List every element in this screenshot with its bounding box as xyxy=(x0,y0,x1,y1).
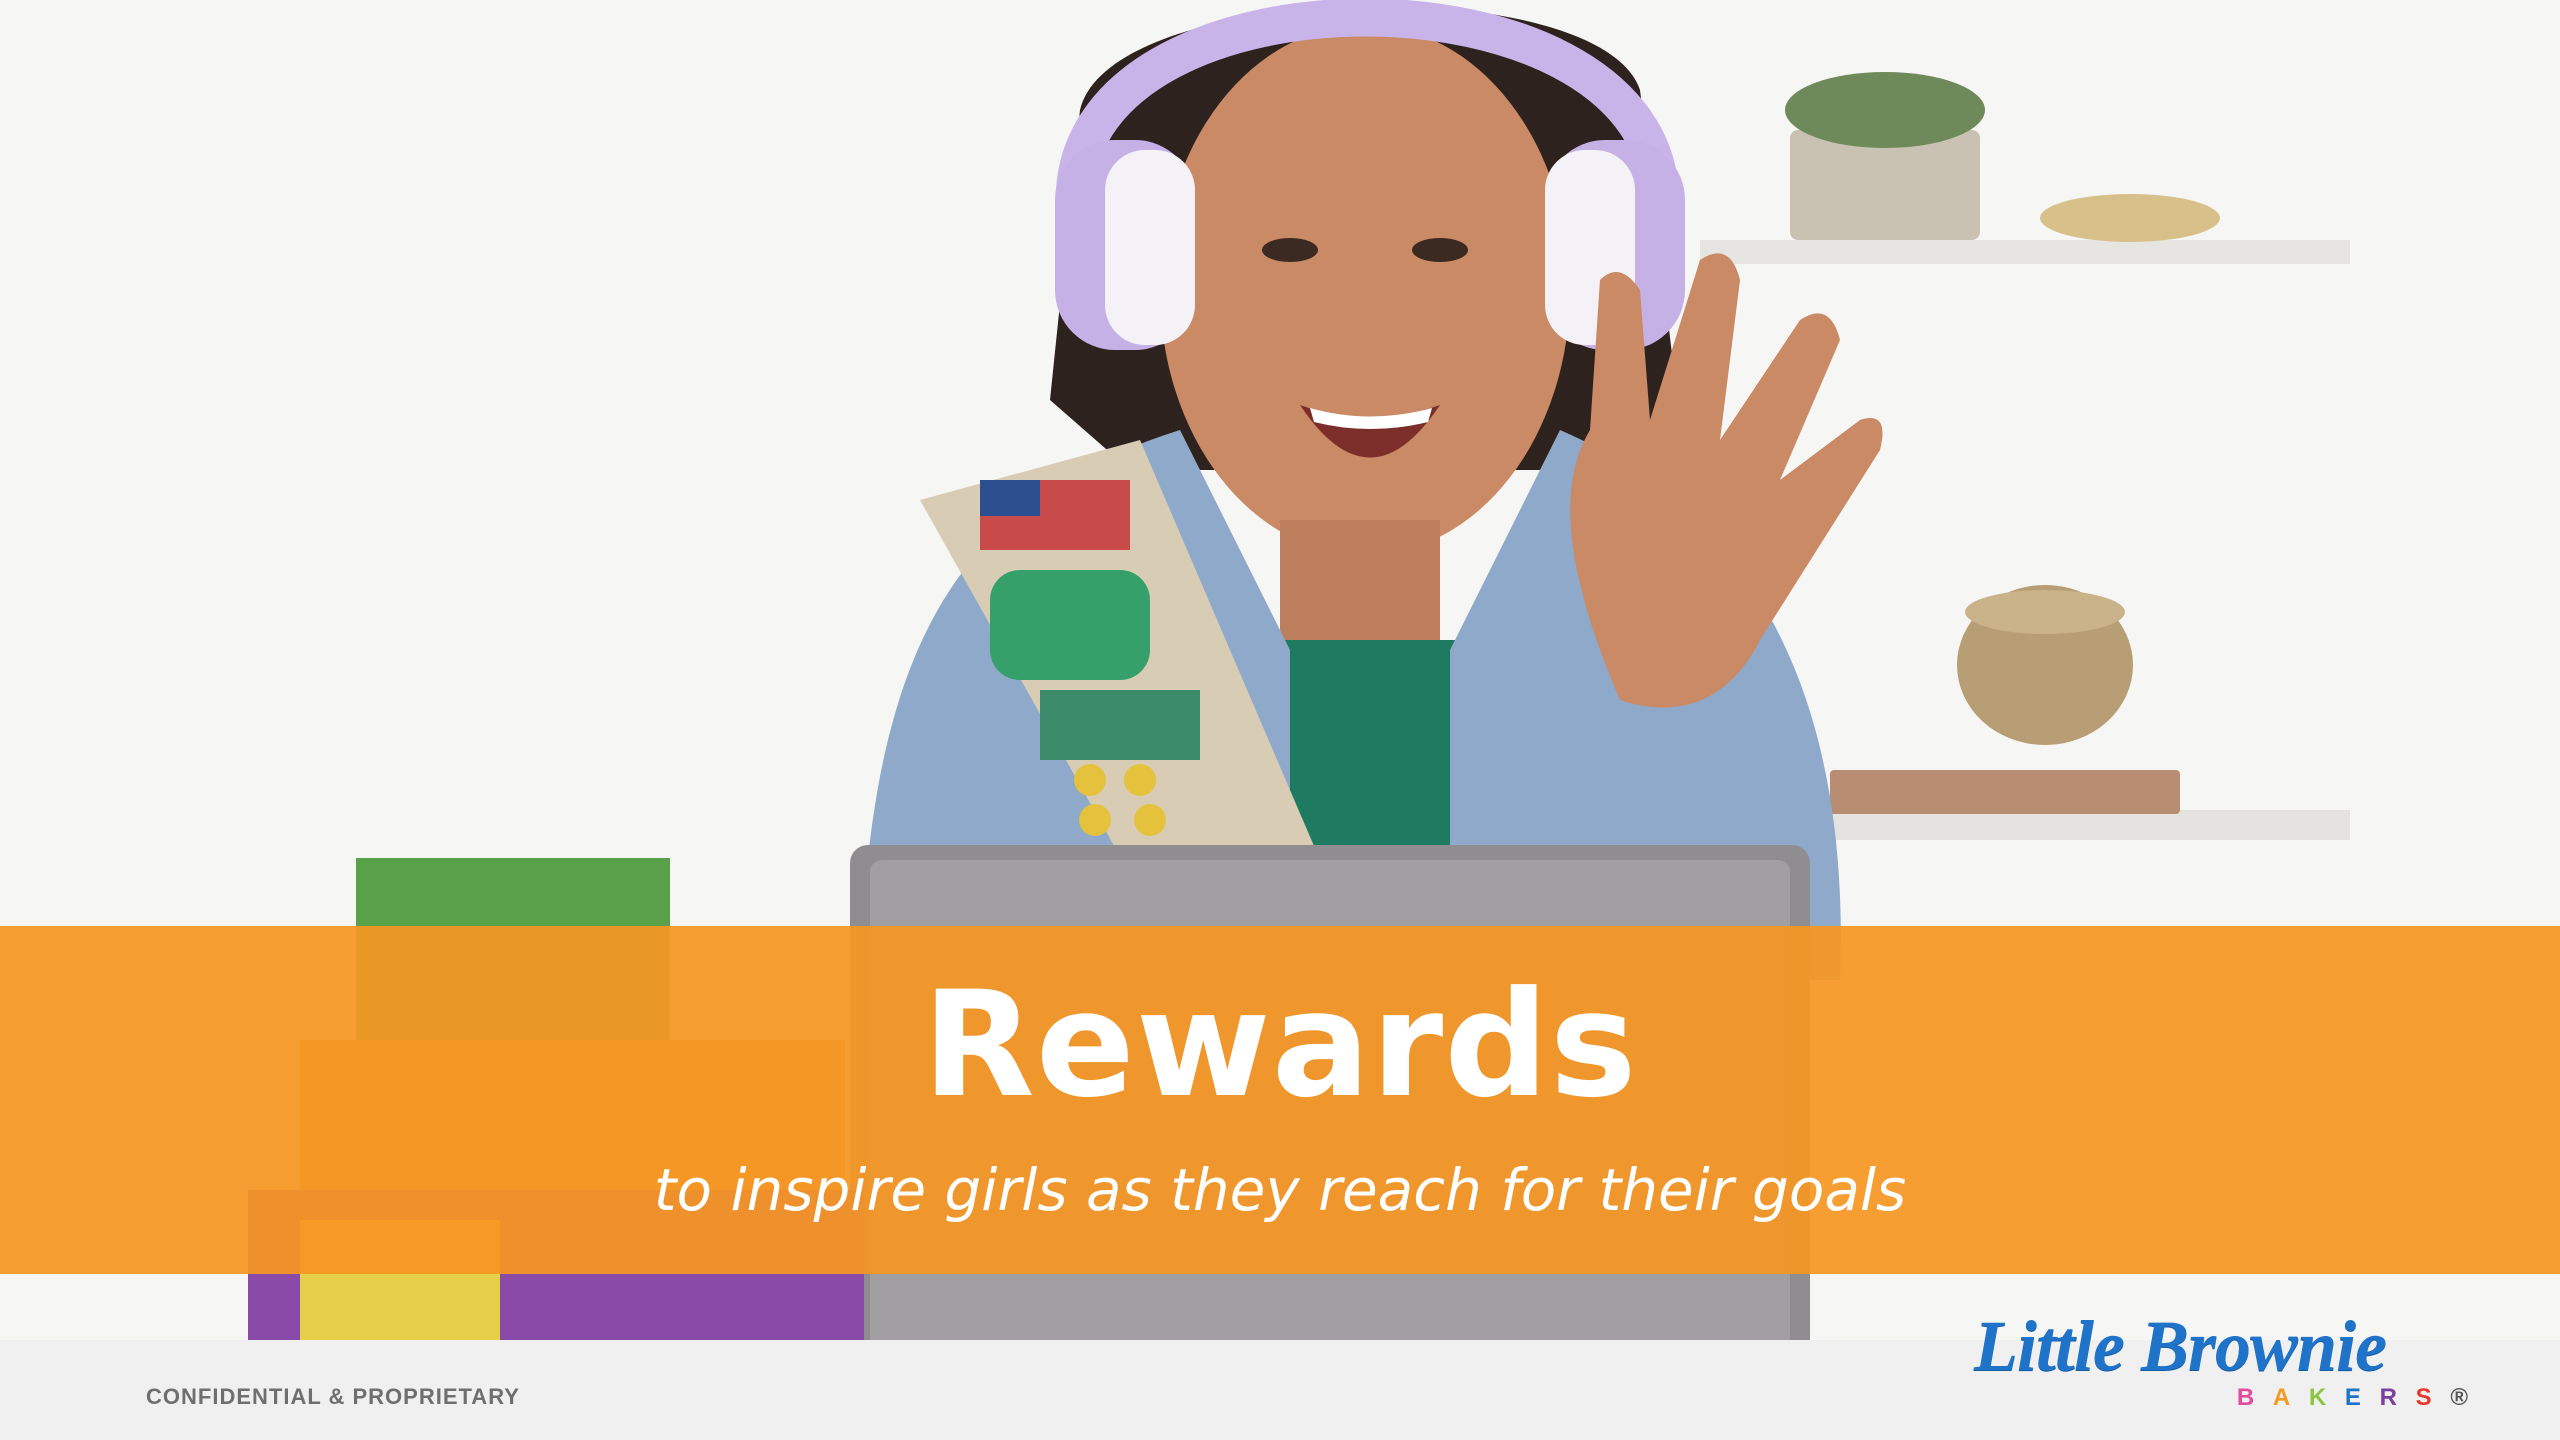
logo-wordmark: Little Brownie xyxy=(1974,1306,2387,1386)
plant-icon xyxy=(1785,72,1985,240)
logo-sub-letter: S xyxy=(2415,1384,2438,1411)
ornament-icon xyxy=(2040,194,2220,242)
logo-sub-letter: R xyxy=(2379,1384,2403,1411)
page-subtitle: to inspire girls as they reach for their… xyxy=(653,1156,1907,1224)
confidential-label: CONFIDENTIAL & PROPRIETARY xyxy=(146,1384,520,1409)
logo-subtext: B A K E R S ® xyxy=(2237,1384,2474,1412)
logo-sub-letter: E xyxy=(2344,1384,2367,1411)
brand-logo: Little Brownie B A K E R S ® xyxy=(1974,1306,2474,1416)
logo-sub-letter: A xyxy=(2272,1384,2297,1411)
slide: Rewards to inspire girls as they reach f… xyxy=(0,0,2560,1440)
logo-sub-letter: ® xyxy=(2450,1384,2474,1411)
face xyxy=(1160,25,1570,555)
page-title: Rewards xyxy=(922,960,1638,1130)
logo-sub-letter: B xyxy=(2236,1384,2261,1411)
logo-sub-letter: K xyxy=(2308,1384,2333,1411)
shelf-top xyxy=(1700,240,2350,264)
books-icon xyxy=(1830,770,2180,814)
shelf-bottom xyxy=(1760,810,2350,840)
bowl-icon xyxy=(1957,585,2133,745)
